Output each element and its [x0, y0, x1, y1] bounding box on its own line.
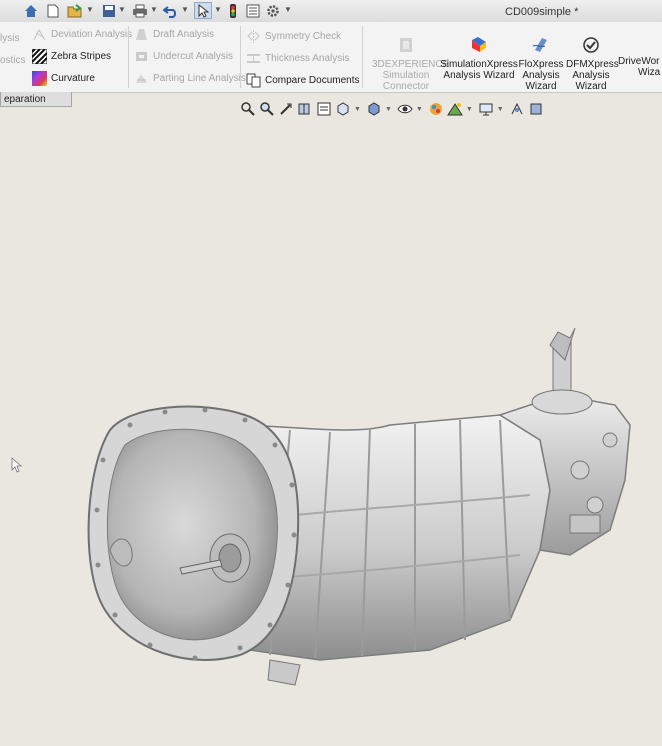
draft-analysis-button[interactable]: Draft Analysis — [134, 26, 214, 42]
tool-line: DriveWor — [618, 56, 660, 67]
thickness-analysis-button[interactable]: Thickness Analysis — [246, 50, 349, 66]
tool-line: Connector — [382, 81, 430, 92]
curvature-button[interactable]: Curvature — [32, 70, 95, 86]
hide-show-dropdown-icon[interactable]: ▼ — [416, 106, 423, 113]
simulationxpress-button[interactable]: SimulationXpress Analysis Wizard — [440, 36, 518, 81]
tool-line: SimulationXpress — [440, 59, 518, 70]
tool-line: Wizard — [525, 81, 557, 92]
options-icon[interactable] — [264, 2, 282, 19]
display-style-icon[interactable] — [366, 101, 382, 117]
curvature-icon — [32, 70, 47, 86]
save-dropdown-icon[interactable]: ▼ — [118, 5, 126, 14]
apply-scene-dropdown-icon[interactable]: ▼ — [466, 106, 473, 113]
realview-icon[interactable] — [528, 101, 544, 117]
view-orientation-icon[interactable] — [335, 101, 351, 117]
ribbon-cut-label-2[interactable]: ostics — [0, 52, 26, 68]
command-manager-ribbon: lysis ostics Deviation Analysis Zebra St… — [0, 22, 662, 93]
symmetry-check-button[interactable]: Symmetry Check — [246, 28, 341, 44]
tool-line: Analysis — [572, 70, 610, 81]
compare-documents-label: Compare Documents — [265, 74, 360, 86]
deviation-analysis-label: Deviation Analysis — [51, 28, 133, 40]
deviation-analysis-icon — [33, 28, 46, 40]
3dexperience-simulation-connector-button[interactable]: 3DEXPERIENCE Simulation Connector — [372, 36, 450, 92]
select-dropdown-icon[interactable]: ▼ — [214, 5, 222, 14]
select-icon[interactable] — [194, 2, 212, 19]
dynamic-annotation-icon[interactable] — [316, 101, 332, 117]
view-settings-dropdown-icon[interactable]: ▼ — [497, 106, 504, 113]
dfmxpress-button[interactable]: DFMXpress Analysis Wizard — [566, 36, 619, 92]
new-document-icon[interactable] — [44, 2, 62, 19]
driveworksxpress-button[interactable]: DriveWor Wiza — [618, 36, 662, 78]
thickness-analysis-label: Thickness Analysis — [265, 52, 350, 64]
undo-icon[interactable] — [162, 2, 180, 19]
tool-line: Wizard — [575, 81, 607, 92]
ribbon-separator — [128, 26, 129, 88]
home-icon[interactable] — [22, 2, 40, 19]
heads-up-view-toolbar: ▼ ▼ ▼ ▼ ▼ — [240, 98, 547, 120]
tab-separation[interactable]: eparation — [0, 92, 72, 107]
print-dropdown-icon[interactable]: ▼ — [150, 5, 158, 14]
tool-line: DFMXpress — [566, 59, 619, 70]
compare-documents-icon — [246, 73, 261, 87]
floxpress-button[interactable]: FloXpress Analysis Wizard — [518, 36, 564, 92]
compare-documents-button[interactable]: Compare Documents — [246, 72, 359, 88]
tool-line: Analysis Wizard — [443, 70, 515, 81]
print-icon[interactable] — [131, 2, 149, 19]
file-properties-icon[interactable] — [244, 2, 262, 19]
parting-line-analysis-button[interactable]: Parting Line Analysis — [134, 70, 246, 86]
display-style-dropdown-icon[interactable]: ▼ — [385, 106, 392, 113]
save-icon[interactable] — [100, 2, 118, 19]
options-dropdown-icon[interactable]: ▼ — [284, 5, 292, 14]
tool-line: Wiza — [638, 67, 661, 78]
document-title: CD009simple * — [505, 6, 579, 18]
tool-line: 3DEXPERIENCE — [372, 59, 450, 70]
parting-line-analysis-icon — [136, 73, 147, 83]
tool-line: FloXpress — [518, 59, 564, 70]
zebra-stripes-icon — [32, 48, 47, 64]
zebra-stripes-button[interactable]: Zebra Stripes — [32, 48, 111, 64]
draft-analysis-icon — [136, 28, 147, 40]
thickness-analysis-icon — [247, 53, 260, 63]
parting-line-analysis-label: Parting Line Analysis — [153, 72, 246, 84]
simulation-connector-icon — [400, 38, 412, 52]
tool-line: Simulation — [382, 70, 430, 81]
open-icon[interactable] — [66, 2, 84, 19]
rebuild-icon[interactable] — [224, 2, 242, 19]
tool-line: Analysis — [522, 70, 560, 81]
ribbon-separator — [240, 26, 241, 88]
zoom-to-area-icon[interactable] — [259, 101, 275, 117]
undercut-analysis-icon — [136, 51, 147, 61]
undo-dropdown-icon[interactable]: ▼ — [181, 5, 189, 14]
dfmxpress-checkmark-icon — [583, 37, 599, 53]
draft-analysis-label: Draft Analysis — [153, 28, 215, 40]
symmetry-check-label: Symmetry Check — [265, 30, 342, 42]
floxpress-icon — [532, 38, 547, 52]
driveworks-icon-spacer — [618, 36, 662, 56]
view-settings-icon[interactable] — [478, 101, 494, 117]
edit-appearance-icon[interactable] — [428, 101, 444, 117]
undercut-analysis-label: Undercut Analysis — [153, 50, 234, 62]
display-pane-icon[interactable] — [509, 101, 525, 117]
simulationxpress-icon — [472, 37, 486, 52]
ribbon-cut-label-1[interactable]: lysis — [0, 30, 19, 46]
mouse-cursor-icon — [11, 457, 23, 473]
ribbon-separator — [362, 26, 363, 88]
section-view-icon[interactable] — [297, 101, 313, 117]
apply-scene-icon[interactable] — [446, 101, 463, 117]
zebra-stripes-label: Zebra Stripes — [51, 50, 112, 62]
transmission-3d-model[interactable] — [70, 320, 650, 740]
zoom-to-fit-icon[interactable] — [240, 101, 256, 117]
deviation-analysis-button[interactable]: Deviation Analysis — [32, 26, 132, 42]
hide-show-icon[interactable] — [397, 101, 413, 117]
previous-view-icon[interactable] — [278, 101, 294, 117]
open-dropdown-icon[interactable]: ▼ — [86, 5, 94, 14]
symmetry-check-icon — [247, 29, 260, 43]
view-orientation-dropdown-icon[interactable]: ▼ — [354, 106, 361, 113]
quick-access-toolbar: ▼ ▼ ▼ ▼ ▼ ▼ CD009simple * — [0, 0, 662, 23]
undercut-analysis-button[interactable]: Undercut Analysis — [134, 48, 233, 64]
curvature-label: Curvature — [51, 72, 95, 84]
